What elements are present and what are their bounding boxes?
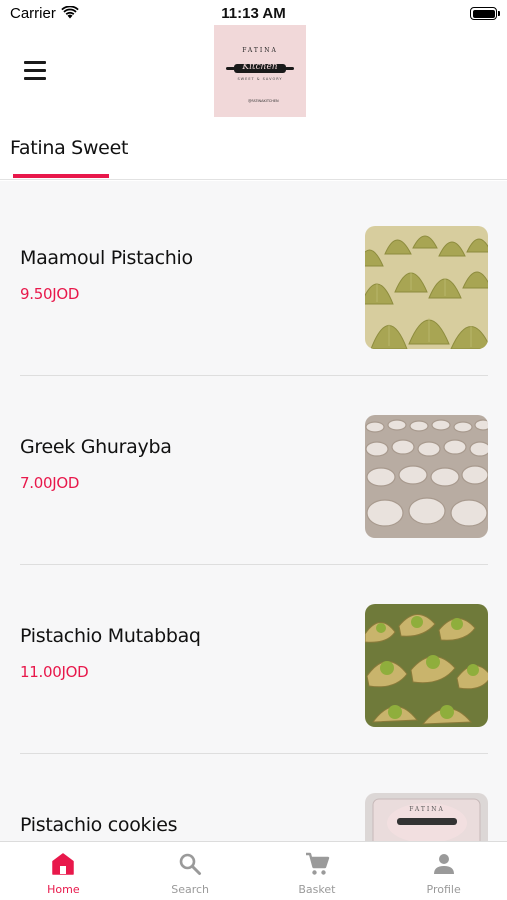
product-list[interactable]: Maamoul Pistachio 9.50JOD Greek Ghurayba…: [0, 181, 507, 841]
product-name: Greek Ghurayba: [20, 436, 172, 458]
category-tabbar: Fatina Sweet: [0, 120, 507, 180]
nav-basket[interactable]: Basket: [254, 842, 381, 900]
menu-icon-bar: [24, 69, 46, 72]
menu-icon-bar: [24, 77, 46, 80]
product-name: Pistachio Mutabbaq: [20, 625, 201, 647]
nav-basket-label: Basket: [298, 883, 336, 896]
nav-profile[interactable]: Profile: [380, 842, 507, 900]
search-icon: [179, 853, 202, 875]
nav-search[interactable]: Search: [127, 842, 254, 900]
svg-text:FATINA: FATINA: [409, 806, 445, 813]
logo-script-text: Kitchen: [242, 62, 278, 72]
active-tab-indicator: [13, 174, 109, 178]
product-price: 7.00JOD: [20, 474, 80, 492]
nav-home[interactable]: Home: [0, 842, 127, 900]
maamoul-photo: [365, 226, 488, 349]
bottom-navigation: Home Search Basket Profile: [0, 841, 507, 900]
menu-icon-bar: [24, 61, 46, 64]
mutabbaq-photo: [365, 604, 488, 727]
product-price: 9.50JOD: [20, 285, 80, 303]
product-name: Pistachio cookies: [20, 814, 178, 836]
nav-profile-label: Profile: [426, 883, 461, 896]
ghurayba-photo: [365, 415, 488, 538]
nav-home-label: Home: [47, 883, 80, 896]
menu-button[interactable]: [20, 61, 50, 83]
product-item[interactable]: Pistachio Mutabbaq 11.00JOD: [0, 559, 507, 754]
logo-handle: @FATINAKITCHEN: [248, 99, 279, 103]
home-icon: [52, 853, 75, 875]
cookies-box-photo: FATINA: [365, 793, 488, 841]
product-name: Maamoul Pistachio: [20, 247, 193, 269]
person-icon: [433, 854, 454, 874]
product-item[interactable]: Greek Ghurayba 7.00JOD: [0, 370, 507, 565]
nav-search-label: Search: [171, 883, 210, 896]
logo-sub-text: SWEET & SAVORY: [237, 77, 283, 81]
tab-fatina-sweet[interactable]: Fatina Sweet: [10, 137, 128, 159]
brand-logo: FATINA Kitchen SWEET & SAVORY @FATINAKIT…: [214, 25, 306, 117]
battery-icon: [470, 7, 500, 20]
cart-icon: [305, 852, 330, 875]
status-bar: Carrier 11:13 AM: [0, 0, 507, 28]
logo-top-text: FATINA: [242, 47, 278, 54]
clock: 11:13 AM: [221, 5, 286, 22]
product-item[interactable]: Maamoul Pistachio 9.50JOD: [0, 181, 507, 376]
product-item[interactable]: Pistachio cookies FATINA: [0, 748, 507, 841]
app-header: FATINA Kitchen SWEET & SAVORY @FATINAKIT…: [0, 25, 507, 120]
product-price: 11.00JOD: [20, 663, 89, 681]
